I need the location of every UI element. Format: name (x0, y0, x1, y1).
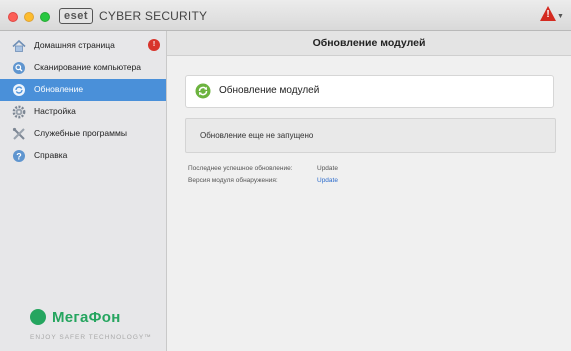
minimize-window-button[interactable] (24, 12, 34, 22)
alert-menu-button[interactable]: ! ▼ (540, 6, 564, 24)
page-title: Обновление модулей (312, 37, 426, 49)
detection-module-label: Версия модуля обнаружения: (188, 177, 278, 184)
detection-module-link[interactable]: Update (317, 177, 338, 184)
partner-logo: МегаФон ENJOY SAFER TECHNOLOGY™ (30, 309, 166, 349)
scan-icon (13, 62, 25, 74)
home-icon (12, 39, 26, 52)
eset-logo: eset (59, 8, 94, 24)
sidebar-item-tools[interactable]: Служебные программы (0, 123, 166, 145)
last-update-value: Update (317, 165, 338, 172)
refresh-icon (195, 83, 211, 99)
main-header: Обновление модулей (167, 31, 571, 56)
notification-badge: ! (148, 39, 160, 51)
help-icon: ? (13, 150, 25, 162)
sidebar-item-label: Обновление (34, 84, 84, 94)
close-window-button[interactable] (8, 12, 18, 22)
module-update-card[interactable]: Обновление модулей (185, 75, 554, 108)
sidebar-item-settings[interactable]: Настройка (0, 101, 166, 123)
update-status-box: Обновление еще не запущено (185, 118, 556, 153)
sidebar-item-label: Домашняя страница (34, 40, 115, 50)
sidebar-item-home[interactable]: Домашняя страница ! (0, 35, 166, 57)
sidebar-item-update[interactable]: Обновление (0, 79, 166, 101)
module-card-title: Обновление модулей (219, 85, 320, 96)
gear-icon (12, 105, 26, 119)
last-update-label: Последнее успешное обновление: (188, 165, 293, 172)
sidebar-item-label: Сканирование компьютера (34, 62, 141, 72)
update-icon (13, 84, 25, 96)
tools-icon (12, 127, 25, 140)
brand: eset CYBER SECURITY (59, 8, 207, 24)
sidebar-item-scan[interactable]: Сканирование компьютера (0, 57, 166, 79)
update-status-text: Обновление еще не запущено (200, 131, 314, 140)
svg-text:?: ? (16, 151, 22, 161)
sidebar: Домашняя страница ! Сканирование компьют… (0, 31, 167, 351)
sidebar-item-label: Настройка (34, 106, 76, 116)
sidebar-item-help[interactable]: ? Справка (0, 145, 166, 167)
title-bar: eset CYBER SECURITY ! ▼ (0, 0, 571, 31)
partner-logo-text: МегаФон (52, 309, 121, 326)
tagline: ENJOY SAFER TECHNOLOGY™ (30, 334, 152, 341)
product-name: CYBER SECURITY (99, 9, 208, 23)
megafon-icon (30, 309, 46, 325)
main-panel: Обновление модулей Обновление модулей Об… (167, 31, 571, 351)
chevron-down-icon: ▼ (557, 13, 564, 20)
maximize-window-button[interactable] (40, 12, 50, 22)
app-window: eset CYBER SECURITY ! ▼ Домашняя страниц… (0, 0, 571, 351)
sidebar-item-label: Справка (34, 150, 68, 160)
sidebar-item-label: Служебные программы (34, 128, 127, 138)
